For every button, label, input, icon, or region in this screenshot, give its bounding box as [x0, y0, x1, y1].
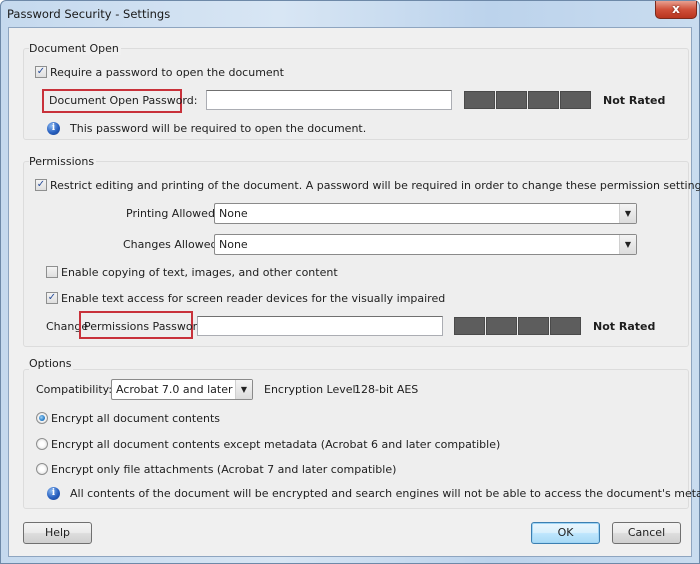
document-open-password-input[interactable]	[206, 90, 452, 110]
changes-allowed-value: None	[219, 238, 248, 251]
chevron-down-icon: ▼	[235, 380, 252, 399]
require-password-label: Require a password to open the document	[50, 66, 284, 79]
encryption-level-value: 128-bit AES	[354, 383, 419, 396]
strength-segment	[496, 91, 527, 109]
require-password-checkbox[interactable]: ✓	[35, 66, 47, 78]
document-open-strength-rating: Not Rated	[603, 94, 666, 107]
title-bar: Password Security - Settings x	[1, 1, 699, 27]
permissions-password-label: Permissions Password:	[84, 320, 208, 333]
encrypt-except-metadata-radio[interactable]	[36, 438, 48, 450]
close-button[interactable]: x	[655, 1, 697, 19]
strength-segment	[454, 317, 485, 335]
chevron-down-icon: ▼	[619, 235, 636, 254]
encrypt-all-label: Encrypt all document contents	[51, 412, 220, 425]
encrypt-except-metadata-label: Encrypt all document contents except met…	[51, 438, 501, 451]
window-title: Password Security - Settings	[7, 7, 171, 21]
printing-allowed-select[interactable]: None ▼	[214, 203, 637, 224]
encryption-level-label: Encryption Level:	[264, 383, 360, 396]
strength-segment	[464, 91, 495, 109]
encrypt-attachments-radio[interactable]	[36, 463, 48, 475]
enable-copying-checkbox[interactable]	[46, 266, 58, 278]
strength-segment	[550, 317, 581, 335]
encrypt-all-radio[interactable]	[36, 412, 48, 424]
cancel-button[interactable]: Cancel	[612, 522, 681, 544]
close-icon: x	[672, 2, 680, 16]
enable-screen-reader-label: Enable text access for screen reader dev…	[61, 292, 446, 305]
changes-allowed-select[interactable]: None ▼	[214, 234, 637, 255]
ok-button[interactable]: OK	[531, 522, 600, 544]
compatibility-label: Compatibility:	[36, 383, 113, 396]
info-icon: i	[47, 487, 60, 500]
document-open-title: Document Open	[29, 42, 121, 55]
help-button[interactable]: Help	[23, 522, 92, 544]
printing-allowed-label: Printing Allowed:	[126, 207, 219, 220]
permissions-strength-meter	[454, 317, 581, 335]
strength-segment	[560, 91, 591, 109]
dialog-body: Document Open ✓ Require a password to op…	[8, 27, 700, 557]
document-open-info-text: This password will be required to open t…	[70, 122, 367, 135]
password-security-dialog: Password Security - Settings x Document …	[0, 0, 700, 564]
encrypt-attachments-label: Encrypt only file attachments (Acrobat 7…	[51, 463, 397, 476]
document-open-strength-meter	[464, 91, 591, 109]
chevron-down-icon: ▼	[619, 204, 636, 223]
restrict-editing-checkbox[interactable]: ✓	[35, 179, 47, 191]
permissions-title: Permissions	[29, 155, 97, 168]
document-open-password-label: Document Open Password:	[49, 94, 198, 107]
permissions-password-input[interactable]	[197, 316, 443, 336]
changes-allowed-label: Changes Allowed:	[123, 238, 222, 251]
strength-segment	[528, 91, 559, 109]
strength-segment	[486, 317, 517, 335]
restrict-editing-label: Restrict editing and printing of the doc…	[50, 179, 700, 192]
compatibility-value: Acrobat 7.0 and later	[116, 383, 233, 396]
enable-screen-reader-checkbox[interactable]: ✓	[46, 292, 58, 304]
options-title: Options	[29, 357, 74, 370]
options-info-text: All contents of the document will be enc…	[70, 487, 700, 500]
info-icon: i	[47, 122, 60, 135]
strength-segment	[518, 317, 549, 335]
compatibility-select[interactable]: Acrobat 7.0 and later ▼	[111, 379, 253, 400]
enable-copying-label: Enable copying of text, images, and othe…	[61, 266, 338, 279]
permissions-strength-rating: Not Rated	[593, 320, 656, 333]
printing-allowed-value: None	[219, 207, 248, 220]
